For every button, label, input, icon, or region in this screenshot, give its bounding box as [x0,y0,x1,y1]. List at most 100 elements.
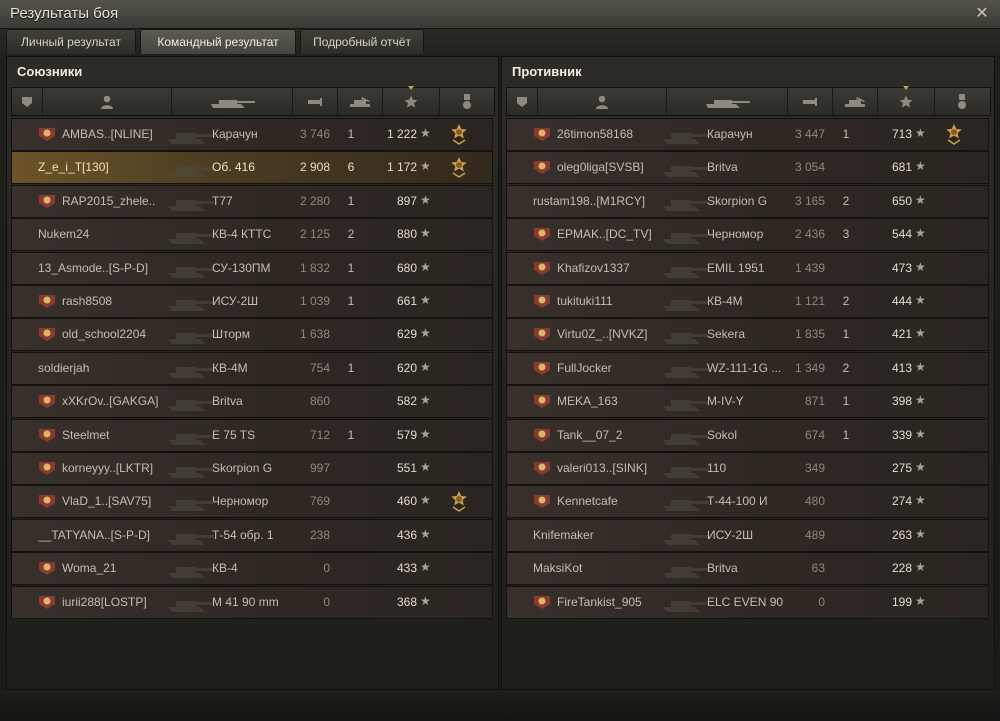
tank-thumbnail-icon [164,455,216,481]
table-row[interactable]: Virtu0Z_..[NVKZ] Sekera 1 835 1 421 ★ [506,318,989,351]
tab-detailed-report[interactable]: Подробный отчёт [300,29,424,54]
star-icon: ★ [915,427,926,441]
squad-icon[interactable] [12,88,43,115]
damage-value: 0 [323,561,330,575]
clan-emblem-icon [533,293,551,309]
table-row[interactable]: korneyyy..[LKTR] Skorpion G 997 551 ★ [11,452,493,485]
clan-emblem-icon [38,560,56,576]
star-icon: ★ [420,460,431,474]
tank-thumbnail-icon [164,188,216,214]
star-icon: ★ [915,360,926,374]
table-row[interactable]: Nukem24 КВ-4 КТТС 2 125 2 880 ★ [11,218,493,251]
table-row[interactable]: tukituki111 КВ-4М 1 121 2 444 ★ [506,285,989,318]
kills-value: 3 [842,227,850,241]
table-row[interactable]: oleg0liga[SVSB] Britva 3 054 681 ★ [506,151,989,184]
player-icon[interactable] [538,88,667,115]
table-row[interactable]: MaksiKot Britva 63 228 ★ [506,552,989,585]
enemies-title: Противник [512,64,582,79]
experience-value: 473 [891,261,912,275]
tank-icon[interactable] [667,88,788,115]
table-row[interactable]: Woma_21 КВ-4 0 433 ★ [11,552,493,585]
table-row[interactable]: AMBAS..[NLINE] Карачун 3 746 1 1 222 ★ [11,118,493,151]
tank-thumbnail-icon [659,455,711,481]
table-row[interactable]: FullJocker WZ-111-1G ... 1 349 2 413 ★ [506,352,989,385]
clan-emblem-icon [533,360,551,376]
table-row[interactable]: VlaD_1..[SAV75] Черномор 769 460 ★ [11,485,493,518]
damage-icon[interactable] [293,88,338,115]
tank-thumbnail-icon [659,255,711,281]
medal-icon[interactable] [935,88,989,115]
experience-value: 275 [891,461,912,475]
table-row[interactable]: Z_e_i_T[130] Об. 416 2 908 6 1 172 ★ [11,151,493,184]
sort-desc-icon [408,86,414,90]
tank-thumbnail-icon [659,188,711,214]
table-row[interactable]: rash8508 ИСУ-2Ш 1 039 1 661 ★ [11,285,493,318]
damage-value: 3 165 [794,194,825,208]
tank-thumbnail-icon [659,154,711,180]
star-icon: ★ [420,226,431,240]
table-row[interactable]: old_school2204 Шторм 1 638 629 ★ [11,318,493,351]
tab-team-result[interactable]: Командный результат [140,29,296,54]
battle-results-window: Результаты боя ✕ Личный результат Команд… [0,0,1000,721]
table-row[interactable]: valeri013..[SINK] 110 349 275 ★ [506,452,989,485]
kills-value: 1 [347,361,355,375]
table-row[interactable]: xXKrOv..[GAKGA] Britva 860 582 ★ [11,385,493,418]
table-row[interactable]: EPMAK..[DC_TV] Черномор 2 436 3 544 ★ [506,218,989,251]
table-row[interactable]: Kennetcafe Т-44-100 И 480 274 ★ [506,485,989,518]
star-icon: ★ [915,126,926,140]
damage-value: 2 436 [794,227,825,241]
experience-star-icon[interactable] [383,86,440,115]
table-row[interactable]: Knifemaker ИСУ-2Ш 489 263 ★ [506,519,989,552]
medal-icon[interactable] [448,156,470,178]
tank-thumbnail-icon [164,388,216,414]
star-icon: ★ [420,527,431,541]
clan-emblem-icon [533,393,551,409]
kills-value: 1 [347,194,355,208]
star-icon: ★ [420,293,431,307]
tank-thumbnail-icon [659,221,711,247]
clan-emblem-icon [533,427,551,443]
experience-value: 444 [891,294,912,308]
experience-value: 661 [396,294,417,308]
damage-value: 2 125 [299,227,330,241]
table-row[interactable]: rustam198..[M1RCY] Skorpion G3 165 2 650 ★ [506,185,989,218]
kills-value: 2 [347,227,355,241]
star-icon: ★ [420,493,431,507]
tank-thumbnail-icon [164,589,216,615]
kills-value: 2 [842,194,850,208]
damage-value: 2 280 [299,194,330,208]
experience-star-icon[interactable] [878,86,935,115]
star-icon: ★ [915,293,926,307]
table-row[interactable]: 13_Asmode..[S-P-D] СУ-130ПМ 1 832 1 680 ★ [11,252,493,285]
table-row[interactable]: RAP2015_zhele.. T77 2 280 1 897 ★ [11,185,493,218]
tank-thumbnail-icon [659,589,711,615]
table-row[interactable]: 26timon58168 Карачун 3 447 1 713 ★ [506,118,989,151]
medal-icon[interactable] [440,88,493,115]
table-row[interactable]: Tank__07_2 Sokol 674 1 339 ★ [506,419,989,452]
table-row[interactable]: Steelmet E 75 TS 712 1 579 ★ [11,419,493,452]
tank-thumbnail-icon [659,321,711,347]
medal-icon[interactable] [943,123,965,145]
squad-icon[interactable] [507,88,538,115]
table-row[interactable]: FireTankist_905 ELC EVEN 90 0 199 ★ [506,586,989,619]
tank-icon[interactable] [172,88,293,115]
table-row[interactable]: iurii288[LOSTP] M 41 90 mm 0 368 ★ [11,586,493,619]
table-row[interactable]: MEKA_163 M-IV-Y 871 1 398 ★ [506,385,989,418]
close-icon[interactable]: ✕ [972,4,992,24]
medal-icon[interactable] [448,123,470,145]
damage-icon[interactable] [788,88,833,115]
player-icon[interactable] [43,88,172,115]
tab-personal-result[interactable]: Личный результат [6,29,136,54]
title-bar: Результаты боя ✕ [0,0,1000,29]
experience-value: 199 [891,595,912,609]
medal-icon[interactable] [448,490,470,512]
kills-icon[interactable] [833,88,878,115]
damage-value: 1 121 [794,294,825,308]
table-row[interactable]: Khafizov1337 EMIL 1951 1 439 473 ★ [506,252,989,285]
clan-emblem-icon [38,493,56,509]
tank-thumbnail-icon [164,255,216,281]
tank-thumbnail-icon [659,288,711,314]
table-row[interactable]: soldierjah КВ-4М 754 1 620 ★ [11,352,493,385]
table-row[interactable]: __TATYANA..[S-P-D] Т-54 обр. 1 238 436 ★ [11,519,493,552]
kills-icon[interactable] [338,88,383,115]
